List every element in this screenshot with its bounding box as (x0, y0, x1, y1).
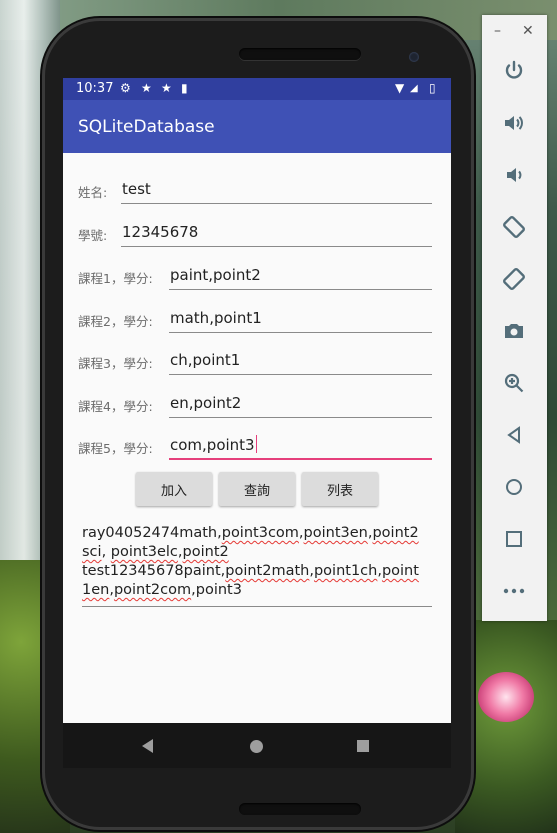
result-line: test12345678paint,point2math,point1ch,po… (82, 563, 419, 579)
camera-icon[interactable] (496, 313, 532, 349)
student-id-label: 學號: (78, 228, 108, 243)
volume-up-icon[interactable] (496, 105, 532, 141)
device-screen: 10:37 ⚙ ★ ★ ▮ ▼ ◢ ▯ SQLiteDatabase 姓名: t… (63, 78, 451, 768)
navigation-bar (63, 723, 451, 768)
home-icon[interactable] (496, 469, 532, 505)
volume-down-icon[interactable] (496, 157, 532, 193)
back-icon[interactable] (142, 739, 153, 753)
close-button[interactable]: ✕ (522, 23, 534, 39)
name-input[interactable]: test (121, 178, 432, 204)
emulator-toolbar: – ✕ (482, 15, 547, 621)
course-4-input[interactable]: en,point2 (169, 392, 432, 418)
course-4-label: 課程4，學分: (78, 399, 153, 414)
zoom-icon[interactable] (496, 365, 532, 401)
rotate-left-icon[interactable] (496, 209, 532, 245)
name-label: 姓名: (78, 185, 108, 200)
course-2-label: 課程2，學分: (78, 314, 153, 329)
wifi-icon: ▼ (395, 81, 405, 95)
star-icon: ★ (161, 81, 172, 95)
rotate-right-icon[interactable] (496, 261, 532, 297)
background-flower (478, 672, 534, 722)
course-5-input[interactable]: com,point3 (169, 434, 432, 460)
course-5-value: com,point3 (170, 436, 255, 454)
text-caret (255, 435, 258, 453)
bottom-speaker (239, 803, 361, 815)
result-line: sci, point3elc,point2 (82, 544, 229, 560)
query-button[interactable]: 查詢 (219, 472, 295, 506)
settings-icon: ⚙ (120, 81, 131, 95)
course-3-label: 課程3，學分: (78, 356, 153, 371)
overview-icon[interactable] (496, 521, 532, 557)
battery-icon: ▯ (429, 81, 436, 95)
power-icon[interactable] (496, 53, 532, 89)
star-icon: ★ (141, 81, 152, 95)
result-line: 1en,point2com,point3 (82, 582, 242, 598)
course-1-input[interactable]: paint,point2 (169, 264, 432, 290)
more-icon[interactable] (496, 573, 532, 609)
recents-icon[interactable] (357, 740, 369, 752)
course-1-label: 課程1，學分: (78, 271, 153, 286)
minimize-button[interactable]: – (494, 23, 501, 39)
status-time: 10:37 (76, 81, 114, 96)
signal-icon: ◢ (410, 83, 418, 94)
front-camera (409, 52, 419, 62)
status-bar: 10:37 ⚙ ★ ★ ▮ ▼ ◢ ▯ (63, 78, 451, 100)
course-5-label: 課程5，學分: (78, 441, 153, 456)
top-speaker (239, 48, 361, 60)
list-button[interactable]: 列表 (302, 472, 378, 506)
add-button[interactable]: 加入 (136, 472, 212, 506)
app-bar: SQLiteDatabase (63, 100, 451, 153)
result-text[interactable]: ray04052474math,point3com,point3en,point… (82, 524, 432, 607)
app-title: SQLiteDatabase (78, 117, 215, 137)
result-line: ray04052474math,point3com,point3en,point… (82, 525, 419, 541)
student-id-input[interactable]: 12345678 (121, 221, 432, 247)
back-icon[interactable] (496, 417, 532, 453)
course-2-input[interactable]: math,point1 (169, 307, 432, 333)
sd-card-icon: ▮ (181, 81, 188, 95)
home-icon[interactable] (250, 740, 263, 753)
course-3-input[interactable]: ch,point1 (169, 349, 432, 375)
